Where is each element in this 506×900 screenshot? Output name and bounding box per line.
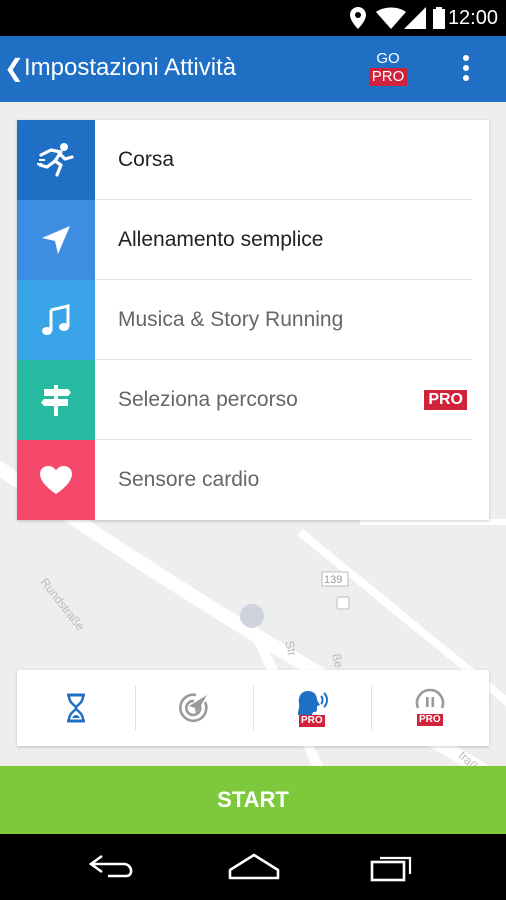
status-bar: 12:00 xyxy=(0,0,506,36)
back-nav-icon[interactable] xyxy=(88,852,138,880)
go-pro-button[interactable]: GO PRO xyxy=(366,50,410,86)
start-button[interactable]: START xyxy=(0,766,506,834)
signal-icon xyxy=(404,7,426,29)
setting-row-cardio[interactable]: Sensore cardio xyxy=(17,440,489,520)
musica-tile xyxy=(17,280,95,360)
pace-target-button[interactable] xyxy=(135,670,253,746)
voice-coach-icon xyxy=(298,691,328,715)
home-nav-icon[interactable] xyxy=(226,852,282,880)
cardio-tile xyxy=(17,440,95,520)
navigation-arrow-icon xyxy=(42,226,70,254)
map-label-139: 139 xyxy=(324,574,342,586)
setting-label-allenamento: Allenamento semplice xyxy=(118,228,324,251)
setting-row-corsa[interactable]: Corsa xyxy=(17,120,489,200)
setting-row-allenamento[interactable]: Allenamento semplice xyxy=(17,200,489,280)
back-button[interactable]: ❮ xyxy=(4,54,24,83)
page-title: Impostazioni Attività xyxy=(24,54,237,81)
signpost-icon xyxy=(41,385,71,416)
corsa-tile xyxy=(17,120,95,200)
percorso-tile xyxy=(17,360,95,440)
setting-row-percorso[interactable]: Seleziona percorso PRO xyxy=(17,360,489,440)
music-note-icon xyxy=(42,304,70,335)
running-person-icon xyxy=(37,143,74,177)
pro-badge: PRO xyxy=(368,68,408,86)
system-nav-bar xyxy=(0,834,506,900)
pro-badge: PRO xyxy=(299,715,325,727)
setting-label-cardio: Sensore cardio xyxy=(118,468,260,491)
map-label-rundstrasse: Rundstraße xyxy=(38,575,88,633)
recents-nav-icon[interactable] xyxy=(370,852,414,882)
app-bar: ❮ Impostazioni Attività GO PRO xyxy=(0,36,506,102)
setting-label-corsa: Corsa xyxy=(118,148,175,171)
go-label: GO xyxy=(376,50,400,67)
hourglass-icon xyxy=(67,693,85,723)
map-label-sse: ße xyxy=(329,652,346,669)
speed-target-icon xyxy=(179,693,208,723)
overflow-menu-icon[interactable] xyxy=(458,52,474,88)
setting-row-musica[interactable]: Musica & Story Running xyxy=(17,280,489,360)
status-time: 12:00 xyxy=(447,7,498,29)
wifi-icon xyxy=(376,7,406,29)
workout-options-toolbar: PRO PRO xyxy=(17,670,489,746)
battery-icon xyxy=(433,7,445,29)
activity-settings-card: Corsa Allenamento semplice Musica & Stor… xyxy=(17,120,489,520)
pro-badge: PRO xyxy=(417,714,443,726)
allenamento-tile xyxy=(17,200,95,280)
pro-badge: PRO xyxy=(424,390,467,410)
voice-coach-button[interactable]: PRO xyxy=(253,670,371,746)
duration-goal-button[interactable] xyxy=(17,670,135,746)
setting-label-musica: Musica & Story Running xyxy=(118,308,344,331)
location-icon xyxy=(350,7,366,29)
auto-pause-button[interactable]: PRO xyxy=(371,670,489,746)
heart-icon xyxy=(40,466,72,494)
